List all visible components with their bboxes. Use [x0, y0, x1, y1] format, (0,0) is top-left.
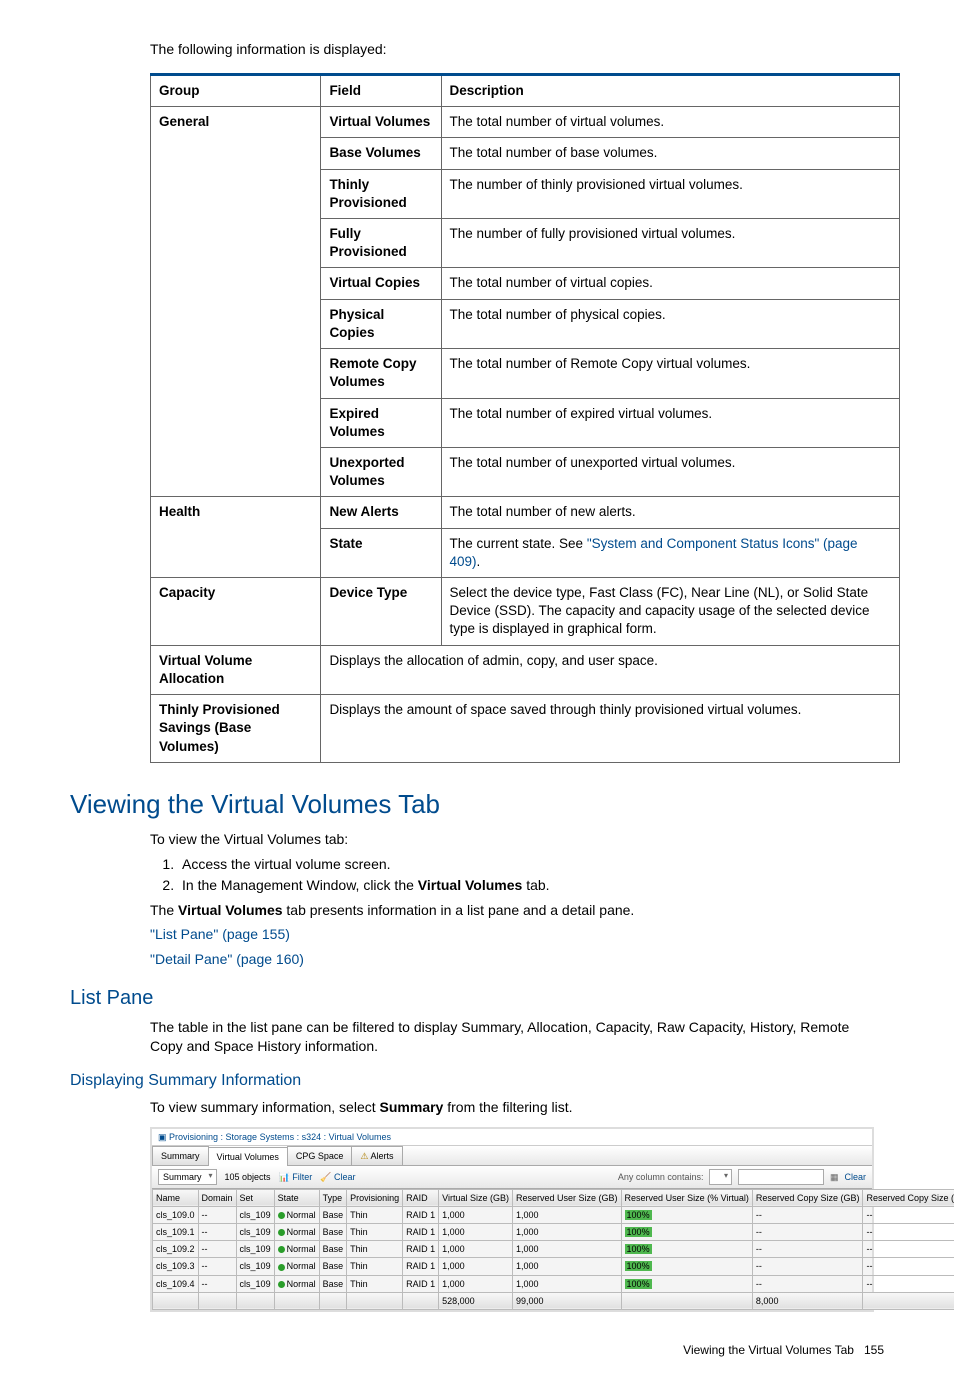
tab-cpg-space[interactable]: CPG Space	[287, 1146, 353, 1165]
th-field: Field	[321, 74, 441, 106]
screenshot-panel: ▣ Provisioning : Storage Systems : s324 …	[150, 1127, 874, 1312]
list-pane-heading: List Pane	[70, 985, 884, 1012]
th-desc: Description	[441, 74, 900, 106]
displaying-summary-heading: Displaying Summary Information	[70, 1070, 884, 1092]
clear2-link[interactable]: Clear	[844, 1171, 866, 1183]
step-2: In the Management Window, click the Virt…	[178, 876, 884, 895]
tab-summary[interactable]: Summary	[152, 1146, 209, 1165]
page-footer: Viewing the Virtual Volumes Tab 155	[70, 1342, 884, 1358]
alert-icon: ⚠	[360, 1151, 368, 1161]
anycol-dropdown[interactable]	[709, 1169, 732, 1185]
tab-virtual-volumes[interactable]: Virtual Volumes	[208, 1147, 288, 1166]
toview-text: To view the Virtual Volumes tab:	[150, 830, 884, 849]
section-heading: Viewing the Virtual Volumes Tab	[70, 787, 884, 822]
th-group: Group	[151, 74, 321, 106]
list-pane-text: The table in the list pane can be filter…	[150, 1018, 884, 1056]
clear-link[interactable]: 🧹 Clear	[320, 1171, 355, 1183]
link-detail-pane[interactable]: "Detail Pane" (page 160)	[150, 951, 304, 967]
tab-bar: Summary Virtual Volumes CPG Space ⚠Alert…	[152, 1146, 872, 1166]
summary-text: To view summary information, select Summ…	[150, 1098, 884, 1117]
search-input[interactable]	[738, 1169, 824, 1185]
tab-alerts[interactable]: ⚠Alerts	[351, 1146, 402, 1165]
object-count: 105 objects	[225, 1171, 271, 1183]
intro-text: The following information is displayed:	[150, 40, 884, 59]
breadcrumb: ▣ Provisioning : Storage Systems : s324 …	[152, 1129, 872, 1146]
data-grid: NameDomainSetStateTypeProvisioningRAIDVi…	[152, 1189, 954, 1310]
step-1: Access the virtual volume screen.	[178, 855, 884, 874]
presents-text: The Virtual Volumes tab presents informa…	[150, 901, 884, 920]
steps-list: Access the virtual volume screen. In the…	[178, 855, 884, 895]
anycol-label: Any column contains:	[618, 1171, 704, 1183]
filter-bar: Summary 105 objects 📊 Filter 🧹 Clear Any…	[152, 1166, 872, 1189]
columns-icon[interactable]: ▦	[830, 1171, 839, 1183]
link-list-pane[interactable]: "List Pane" (page 155)	[150, 926, 290, 942]
info-table: Group Field Description GeneralVirtual V…	[150, 73, 900, 763]
filter-link[interactable]: 📊 Filter	[279, 1171, 313, 1183]
filter-dropdown[interactable]: Summary	[158, 1169, 217, 1185]
